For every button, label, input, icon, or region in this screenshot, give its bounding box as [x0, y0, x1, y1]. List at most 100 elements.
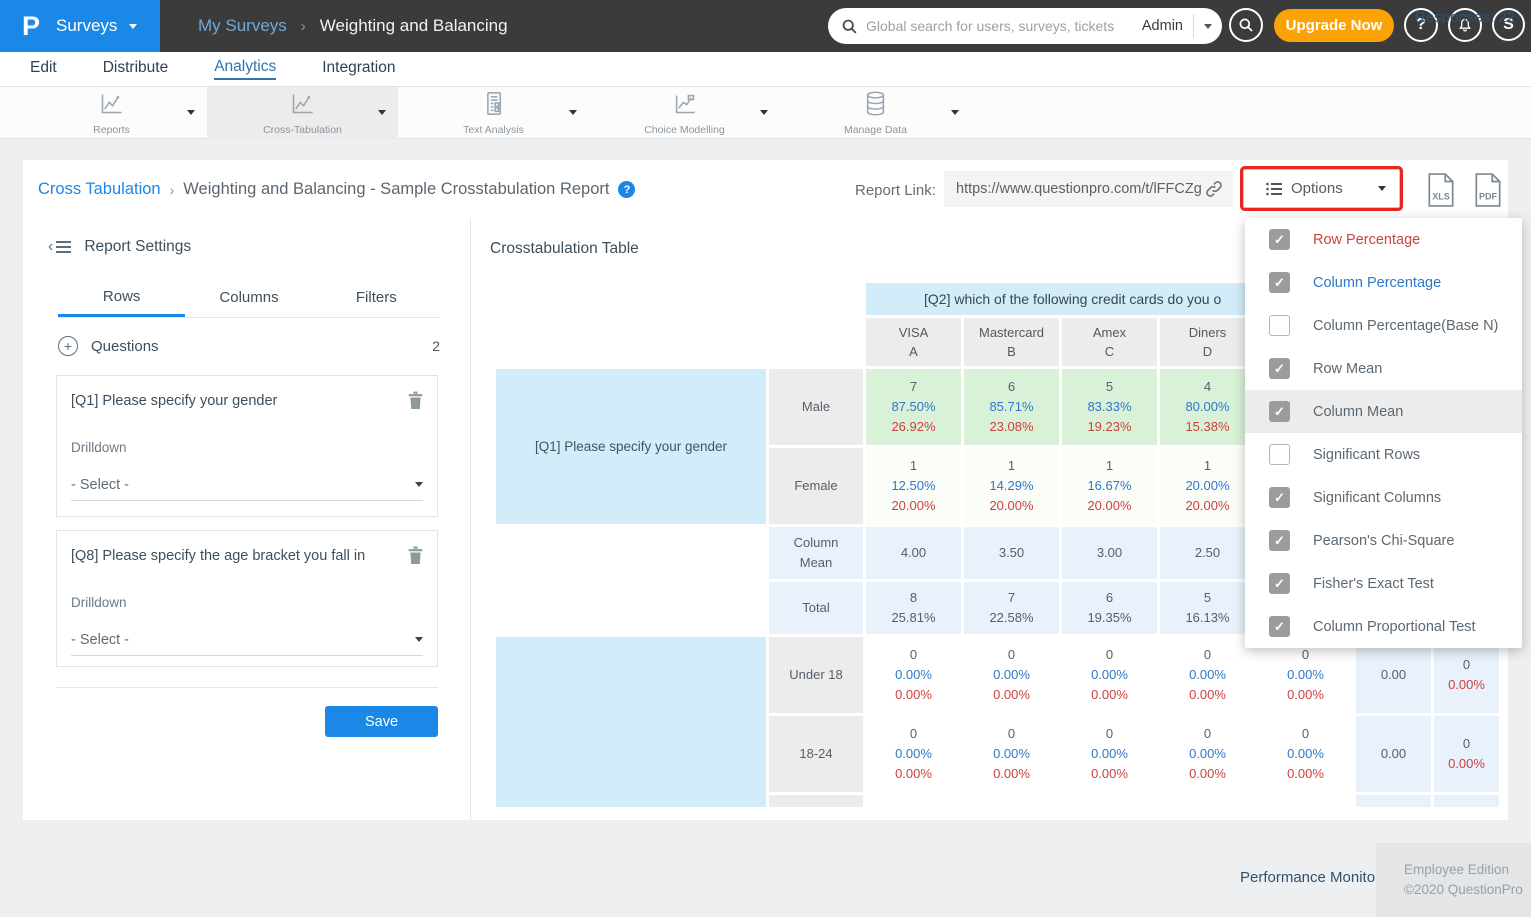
- pdf-file-icon: PDF: [1474, 173, 1502, 207]
- add-question-button[interactable]: +: [58, 336, 78, 356]
- crosstab-cell: 00.00%0.00%: [866, 716, 961, 792]
- crosstab-cell: 116.67%20.00%: [1062, 448, 1157, 524]
- upgrade-now-button[interactable]: Upgrade Now: [1274, 9, 1394, 42]
- toolbar-item-manage-data[interactable]: Manage Data: [780, 87, 971, 139]
- help-icon[interactable]: ?: [618, 181, 635, 198]
- xls-file-icon: XLS: [1427, 173, 1455, 207]
- menu-item-column-mean[interactable]: ✓ Column Mean: [1245, 390, 1522, 433]
- toolbar-item-label: Choice Modelling: [644, 124, 725, 136]
- report-link-url[interactable]: https://www.questionpro.com/t/lFFCZg: [956, 181, 1203, 197]
- export-xls-button[interactable]: XLS: [1427, 173, 1455, 212]
- crosstab-cell: 00.00%0.00%: [1258, 637, 1353, 713]
- nav-item-analytics[interactable]: Analytics: [214, 58, 276, 80]
- checkbox-icon[interactable]: ✓: [1269, 573, 1290, 594]
- trash-icon: [407, 546, 424, 565]
- menu-item-fisher-s-exact-test[interactable]: ✓ Fisher's Exact Test: [1245, 562, 1522, 605]
- checkbox-icon[interactable]: ✓: [1269, 358, 1290, 379]
- column-header-visa: VISAA: [866, 318, 961, 366]
- checkbox-icon[interactable]: ✓: [1269, 487, 1290, 508]
- drilldown-select[interactable]: - Select -: [71, 469, 423, 501]
- nav-item-integration[interactable]: Integration: [322, 59, 395, 79]
- checkbox-icon[interactable]: ✓: [1269, 530, 1290, 551]
- chevron-down-icon[interactable]: [951, 110, 959, 115]
- search-input[interactable]: [866, 18, 1142, 34]
- crosstab-cell: 0.00: [1356, 716, 1431, 792]
- global-search[interactable]: Admin: [828, 8, 1222, 44]
- delete-question-button[interactable]: [407, 546, 424, 570]
- crosstab-cell: [1434, 795, 1499, 807]
- link-icon[interactable]: [1203, 178, 1225, 200]
- checkbox-icon[interactable]: [1269, 444, 1290, 465]
- row-label-18-24: 18-24: [769, 716, 863, 792]
- crosstab-cell: 00.00%0.00%: [1062, 637, 1157, 713]
- crosstab-cell: 00.00%: [1434, 637, 1499, 713]
- menu-item-label: Column Mean: [1313, 404, 1403, 420]
- crosstab-cell: 112.50%20.00%: [866, 448, 961, 524]
- options-button[interactable]: Options: [1243, 169, 1400, 208]
- nav-item-distribute[interactable]: Distribute: [103, 59, 168, 79]
- edition-line: Employee Edition: [1404, 860, 1531, 880]
- svg-text:PDF: PDF: [1479, 192, 1498, 202]
- svg-text:XLS: XLS: [1432, 192, 1450, 202]
- cross-tabulation-link[interactable]: Cross Tabulation: [38, 180, 161, 199]
- question-title: [Q8] Please specify the age bracket you …: [71, 548, 397, 564]
- save-button[interactable]: Save: [325, 706, 438, 737]
- chevron-down-icon[interactable]: [187, 110, 195, 115]
- performance-monitor-link[interactable]: Performance Monitor: [1240, 869, 1380, 886]
- crosstab-cell: 619.35%: [1062, 582, 1157, 634]
- report-breadcrumb: Cross Tabulation › Weighting and Balanci…: [38, 180, 635, 199]
- breadcrumb-my-surveys[interactable]: My Surveys: [198, 16, 287, 36]
- trash-icon: [407, 391, 424, 410]
- checkbox-icon[interactable]: ✓: [1269, 616, 1290, 637]
- menu-item-row-mean[interactable]: ✓Row Mean: [1245, 347, 1522, 390]
- menu-item-significant-rows[interactable]: Significant Rows: [1245, 433, 1522, 476]
- menu-item-label: Column Percentage(Base N): [1313, 318, 1498, 334]
- chevron-down-icon[interactable]: [760, 110, 768, 115]
- chevron-down-icon[interactable]: [378, 110, 386, 115]
- question-title: [Q1] Please specify your gender: [71, 393, 397, 409]
- crosstab-cell: 00.00%0.00%: [964, 716, 1059, 792]
- tab-filters[interactable]: Filters: [313, 278, 440, 317]
- chevron-down-icon[interactable]: [569, 110, 577, 115]
- menu-item-column-percentage[interactable]: ✓ Column Percentage: [1245, 261, 1522, 304]
- tab-columns[interactable]: Columns: [185, 278, 312, 317]
- collapse-panel-icon[interactable]: ‹: [48, 238, 71, 256]
- app-switcher[interactable]: P Surveys: [0, 0, 160, 52]
- crosstab-cell: 00.00%0.00%: [1160, 637, 1255, 713]
- drilldown-select[interactable]: - Select -: [71, 624, 423, 656]
- menu-item-column-proportional-test[interactable]: ✓ Column Proportional Test: [1245, 605, 1522, 648]
- menu-item-label: Column Percentage: [1313, 275, 1441, 291]
- menu-item-significant-columns[interactable]: ✓Significant Columns: [1245, 476, 1522, 519]
- nav-item-edit[interactable]: Edit: [30, 59, 57, 79]
- menu-item-row-percentage[interactable]: ✓Row Percentage: [1245, 218, 1522, 261]
- delete-question-button[interactable]: [407, 391, 424, 415]
- toolbar-item-label: Reports: [93, 124, 130, 136]
- tab-rows[interactable]: Rows: [58, 278, 185, 317]
- checkbox-icon[interactable]: [1269, 315, 1290, 336]
- report-link-box[interactable]: https://www.questionpro.com/t/lFFCZg: [944, 171, 1233, 207]
- menu-item-column-percentage-base-n[interactable]: Column Percentage(Base N): [1245, 304, 1522, 347]
- page-nav: Edit Distribute Analytics Integration: [0, 52, 1531, 87]
- menu-item-pearson-s-chi-square[interactable]: ✓Pearson's Chi-Square: [1245, 519, 1522, 562]
- menu-item-label: Column Proportional Test: [1313, 619, 1476, 635]
- search-scope-selector[interactable]: Admin: [1142, 18, 1183, 34]
- checkbox-icon[interactable]: ✓: [1269, 272, 1290, 293]
- toolbar-item-reports[interactable]: Reports: [16, 87, 207, 139]
- toolbar-item-cross-tabulation[interactable]: Cross-Tabulation: [207, 87, 398, 139]
- search-button[interactable]: [1229, 8, 1263, 42]
- menu-item-label: Fisher's Exact Test: [1313, 576, 1434, 592]
- checkbox-icon[interactable]: ✓: [1269, 401, 1290, 422]
- crosstab-title: Crosstabulation Table: [490, 240, 639, 258]
- export-pdf-button[interactable]: PDF: [1474, 173, 1502, 212]
- checkbox-icon[interactable]: ✓: [1269, 229, 1290, 250]
- crosstab-cell: 114.29%20.00%: [964, 448, 1059, 524]
- crosstab-cell: [496, 582, 766, 634]
- breadcrumb-current-survey: Weighting and Balancing: [320, 16, 508, 36]
- crosstab-cell: 4.00: [866, 527, 961, 579]
- toolbar-item-choice-modelling[interactable]: Choice Modelling: [589, 87, 780, 139]
- chevron-down-icon[interactable]: [1204, 24, 1212, 29]
- product-name: Surveys: [56, 16, 117, 36]
- crosstab-cell: 825.81%: [866, 582, 961, 634]
- toolbar-item-text-analysis[interactable]: Text Analysis: [398, 87, 589, 139]
- crosstab-cell: 480.00%15.38%: [1160, 369, 1255, 445]
